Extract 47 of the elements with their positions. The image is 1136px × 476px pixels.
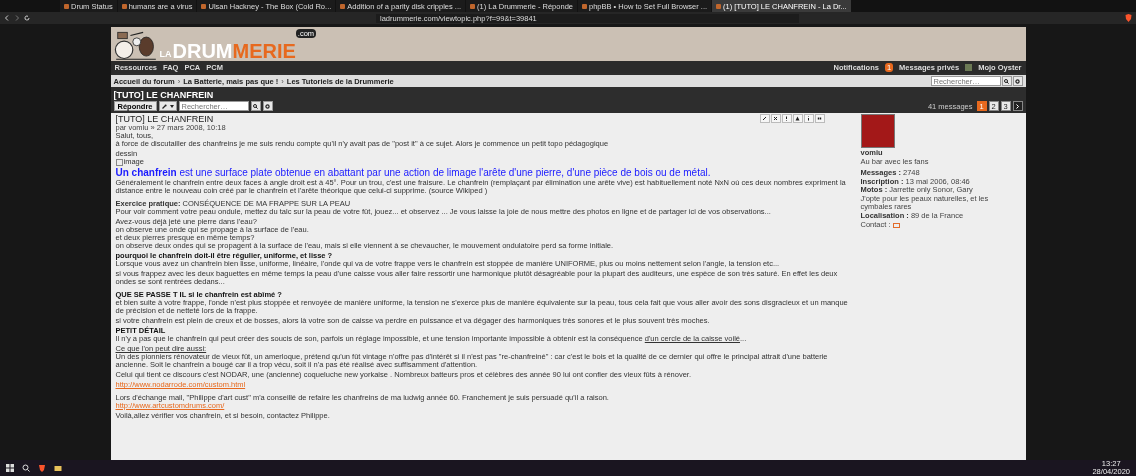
shield-icon[interactable] [1125, 14, 1132, 22]
favicon-icon [121, 3, 127, 9]
quote-button[interactable] [814, 114, 825, 123]
user-avatar[interactable] [965, 63, 973, 71]
logo-text: DRUM [172, 42, 233, 61]
windows-icon[interactable] [6, 464, 14, 472]
folder-icon[interactable] [54, 464, 62, 472]
avatar[interactable] [860, 114, 895, 148]
info-icon [806, 116, 811, 121]
warning-button[interactable] [792, 114, 803, 123]
search-icon [1004, 78, 1009, 84]
cross-icon [773, 116, 778, 121]
pencil-button[interactable] [759, 114, 770, 123]
back-icon[interactable] [4, 15, 10, 21]
search-button[interactable] [250, 101, 261, 111]
favicon-icon [201, 3, 207, 9]
search-icon [253, 103, 258, 109]
contact-icon[interactable] [892, 222, 900, 228]
gear-icon [265, 103, 270, 109]
advanced-search-button[interactable] [262, 101, 273, 111]
post-title[interactable]: [TUTO] LE CHANFREIN [115, 114, 226, 124]
tools-button[interactable] [158, 101, 177, 111]
pencil-icon [762, 116, 767, 121]
advanced-search-button[interactable] [1012, 76, 1023, 86]
exclamation-button[interactable] [781, 114, 792, 123]
broken-image-icon [115, 158, 123, 166]
search-button[interactable] [1001, 76, 1012, 86]
cross-button[interactable] [770, 114, 781, 123]
chevron-icon [1016, 103, 1019, 109]
reload-icon[interactable] [24, 15, 30, 21]
search-icon[interactable] [22, 464, 30, 472]
favicon-icon [470, 3, 476, 9]
gear-icon [1015, 78, 1020, 84]
favicon-icon [582, 3, 587, 9]
warning-icon [795, 116, 800, 121]
logo-text: MERIE [232, 42, 296, 61]
logo-text: LA [159, 49, 172, 59]
definition-text: Un chanfrein est une surface plate obtenue en abattant par une action de limage l'arête d'une pierre, d'une pièce de bois ou de métal. [115, 167, 712, 179]
favicon-icon [64, 3, 69, 9]
wrench-icon [161, 103, 167, 109]
exclamation-icon [784, 116, 789, 121]
topic-title[interactable]: [TUTO] LE CHANFREIN [110, 89, 1026, 101]
favicon-icon [340, 3, 346, 9]
quote-icon [817, 116, 822, 121]
favicon-icon [716, 3, 722, 9]
next-page-button[interactable] [1012, 101, 1023, 111]
caret-icon [169, 104, 174, 108]
